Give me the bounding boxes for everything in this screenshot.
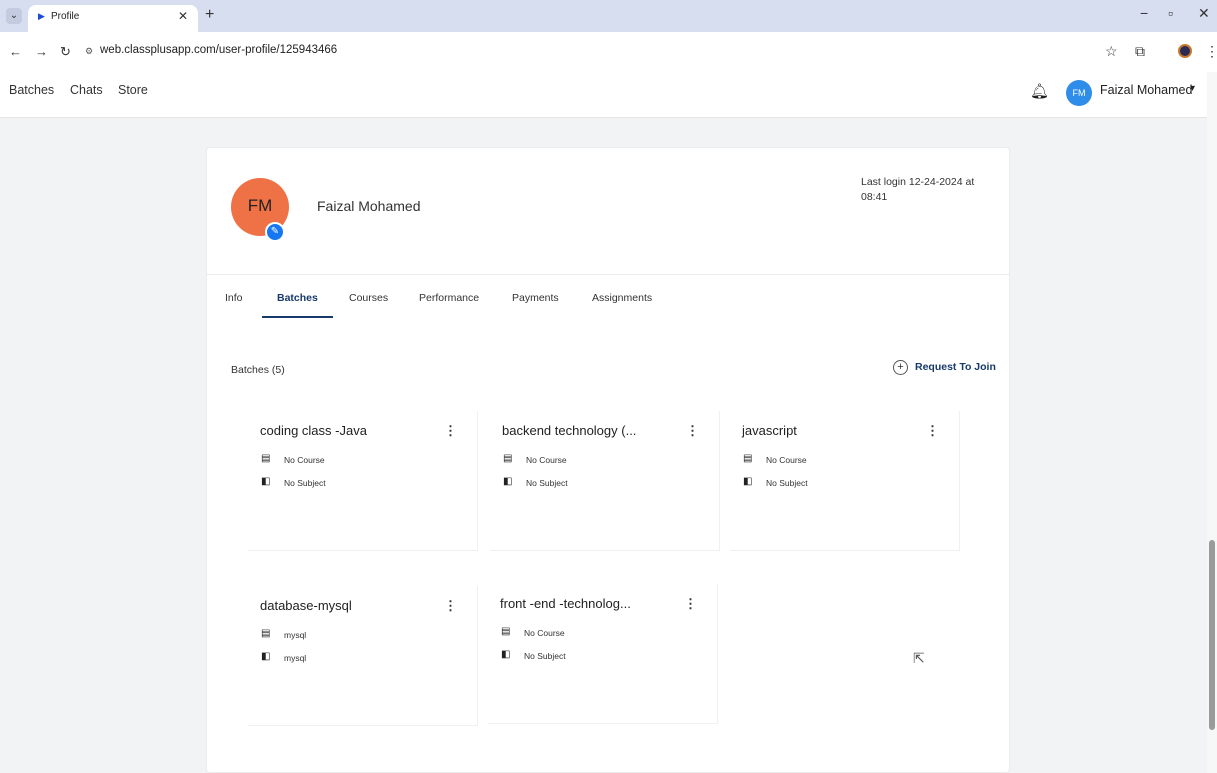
plus-circle-icon[interactable]: + xyxy=(893,360,908,375)
browser-menu-icon[interactable]: ⋮ xyxy=(1205,43,1217,60)
batch-subject: mysql xyxy=(284,653,307,663)
batch-title[interactable]: javascript xyxy=(742,423,797,438)
batch-title[interactable]: backend technology (... xyxy=(502,423,636,438)
batch-course: No Course xyxy=(766,455,807,465)
browser-tab[interactable]: ▶ Profile ✕ xyxy=(28,5,198,32)
caret-down-icon[interactable]: ▾ xyxy=(1190,83,1195,94)
nav-store[interactable]: Store xyxy=(118,83,148,97)
course-icon: ▤ xyxy=(501,626,511,637)
mouse-cursor-icon: ⇱ xyxy=(913,650,925,666)
play-icon: ▶ xyxy=(38,11,45,21)
batch-course: No Course xyxy=(526,455,567,465)
tab-batches[interactable]: Batches xyxy=(277,292,318,304)
active-tab-indicator xyxy=(262,316,333,318)
divider xyxy=(207,274,1009,275)
profile-card: FM ✎ Faizal Mohamed Last login 12-24-202… xyxy=(206,147,1010,773)
batches-count: Batches (5) xyxy=(231,364,285,376)
batch-subject: No Subject xyxy=(284,478,326,488)
restore-icon[interactable]: ▫ xyxy=(1168,5,1173,21)
batch-course: No Course xyxy=(524,628,565,638)
more-vert-icon[interactable]: ⋮ xyxy=(686,423,699,439)
reload-icon[interactable]: ↻ xyxy=(60,44,71,60)
batch-title[interactable]: database-mysql xyxy=(260,598,352,613)
profile-extension-icon[interactable] xyxy=(1178,44,1192,58)
tab-performance[interactable]: Performance xyxy=(419,292,479,304)
subject-icon: ◧ xyxy=(743,476,753,487)
more-vert-icon[interactable]: ⋮ xyxy=(926,423,939,439)
edit-pencil-icon[interactable]: ✎ xyxy=(265,222,285,242)
address-bar: ← → ↻ ⚙ web.classplusapp.com/user-profil… xyxy=(0,32,1217,72)
last-login: Last login 12-24-2024 at 08:41 xyxy=(861,176,975,203)
subject-icon: ◧ xyxy=(501,649,511,660)
tab-assignments[interactable]: Assignments xyxy=(592,292,652,304)
batch-subject: No Subject xyxy=(524,651,566,661)
back-arrow-icon[interactable]: ← xyxy=(9,44,22,59)
bookmark-star-icon[interactable]: ☆ xyxy=(1105,43,1118,60)
batch-card[interactable]: front -end -technolog... ⋮ ▤ No Course ◧… xyxy=(488,584,718,724)
nav-chats[interactable]: Chats xyxy=(70,83,103,97)
tab-payments[interactable]: Payments xyxy=(512,292,559,304)
batch-subject: No Subject xyxy=(766,478,808,488)
close-icon[interactable]: ✕ xyxy=(178,9,188,23)
request-to-join-button[interactable]: Request To Join xyxy=(915,361,996,373)
user-avatar[interactable]: FM xyxy=(1066,80,1092,106)
batch-course: No Course xyxy=(284,455,325,465)
batch-card[interactable]: database-mysql ⋮ ▤ mysql ◧ mysql xyxy=(248,586,478,726)
subject-icon: ◧ xyxy=(261,651,271,662)
subject-icon: ◧ xyxy=(261,476,271,487)
batch-subject: No Subject xyxy=(526,478,568,488)
app-header: Batches Chats Store 🔔︎ FM Faizal Mohamed… xyxy=(0,72,1217,118)
url-field[interactable]: web.classplusapp.com/user-profile/125943… xyxy=(100,44,337,56)
tab-courses[interactable]: Courses xyxy=(349,292,388,304)
batch-title[interactable]: front -end -technolog... xyxy=(500,596,631,611)
forward-arrow-icon[interactable]: → xyxy=(35,44,48,59)
scrollbar-thumb[interactable] xyxy=(1209,540,1215,730)
subject-icon: ◧ xyxy=(503,476,513,487)
more-vert-icon[interactable]: ⋮ xyxy=(444,423,457,439)
tab-search-chevron-icon[interactable]: ⌄ xyxy=(6,8,22,24)
more-vert-icon[interactable]: ⋮ xyxy=(684,596,697,612)
minimize-icon[interactable]: − xyxy=(1140,5,1148,21)
new-tab-icon[interactable]: + xyxy=(205,6,214,24)
site-info-icon[interactable]: ⚙ xyxy=(85,46,93,57)
bell-icon[interactable]: 🔔︎ xyxy=(1030,82,1049,100)
course-icon: ▤ xyxy=(503,453,513,464)
batch-card[interactable]: backend technology (... ⋮ ▤ No Course ◧ … xyxy=(490,411,720,551)
extensions-icon[interactable]: ⧉ xyxy=(1135,43,1145,60)
batch-title[interactable]: coding class -Java xyxy=(260,423,367,438)
nav-batches[interactable]: Batches xyxy=(9,83,54,97)
user-name[interactable]: Faizal Mohamed xyxy=(1100,83,1192,97)
batch-course: mysql xyxy=(284,630,307,640)
profile-name: Faizal Mohamed xyxy=(317,198,421,214)
course-icon: ▤ xyxy=(743,453,753,464)
tab-title: Profile xyxy=(51,11,80,22)
tab-info[interactable]: Info xyxy=(225,292,243,304)
course-icon: ▤ xyxy=(261,628,271,639)
batch-card[interactable]: coding class -Java ⋮ ▤ No Course ◧ No Su… xyxy=(248,411,478,551)
browser-tab-bar: ⌄ ▶ Profile ✕ + − ▫ ✕ xyxy=(0,0,1217,32)
batch-card[interactable]: javascript ⋮ ▤ No Course ◧ No Subject xyxy=(730,411,960,551)
window-close-icon[interactable]: ✕ xyxy=(1198,5,1210,22)
course-icon: ▤ xyxy=(261,453,271,464)
more-vert-icon[interactable]: ⋮ xyxy=(444,598,457,614)
